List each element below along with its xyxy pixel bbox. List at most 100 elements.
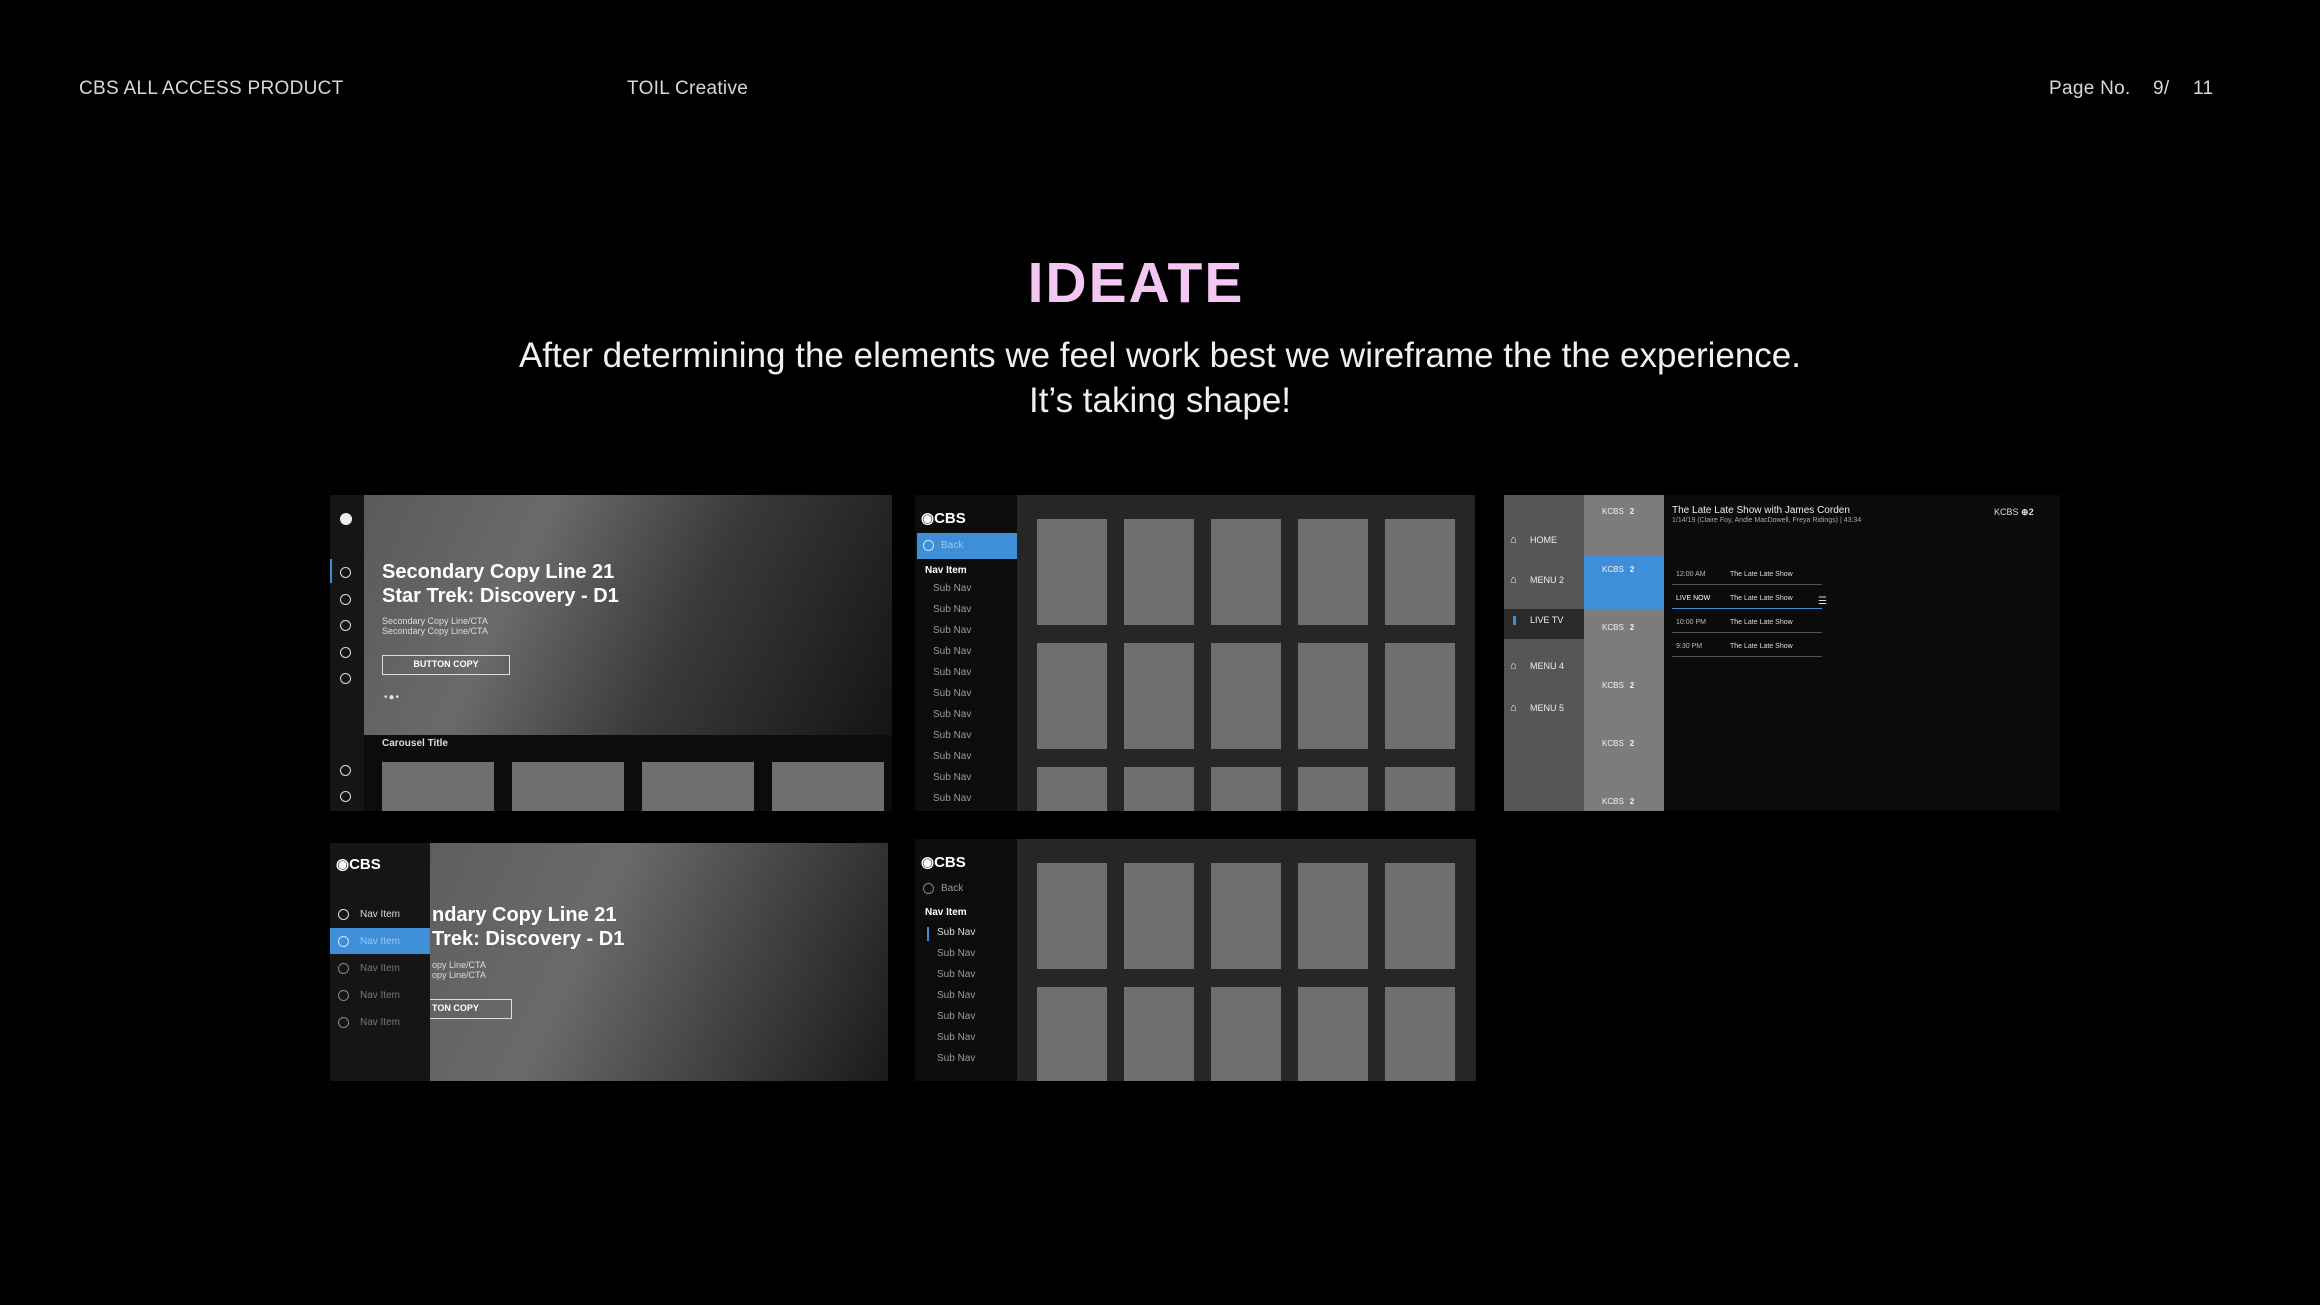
grid-tile[interactable] (1037, 643, 1107, 749)
wireframe-expanded-nav: ◉CBS Nav Item Nav Item Nav Item Nav Item Nav… (330, 843, 888, 1081)
schedule-show[interactable]: The Late Late Show (1730, 595, 1793, 602)
header-page-total: 11 (2193, 78, 2214, 99)
home-icon[interactable]: ⌂ (1510, 702, 1517, 714)
hero-image (430, 843, 888, 1081)
schedule-show[interactable]: The Late Late Show (1730, 571, 1793, 578)
schedule-divider (1672, 632, 1822, 633)
channel-label[interactable]: KCBS 2 (1602, 565, 1634, 574)
grid-tile[interactable] (1124, 987, 1194, 1081)
grid-tile[interactable] (1211, 519, 1281, 625)
grid-tile[interactable] (1124, 519, 1194, 625)
grid-tile[interactable] (1037, 987, 1107, 1081)
home-icon[interactable]: ⌂ (1510, 534, 1517, 546)
nav-item[interactable]: Nav Item (360, 936, 400, 947)
grid-tile[interactable] (1385, 863, 1455, 969)
sub-nav-item[interactable]: Sub Nav (937, 1032, 975, 1043)
grid-tile[interactable] (1385, 987, 1455, 1081)
nav-item[interactable]: Nav Item (925, 907, 967, 918)
grid-tile[interactable] (1298, 643, 1368, 749)
grid-tile[interactable] (1298, 987, 1368, 1081)
channel-label[interactable]: KCBS 2 (1602, 507, 1634, 516)
sub-nav-item[interactable]: Sub Nav (933, 772, 971, 783)
back-circle-icon (923, 883, 934, 894)
schedule-show[interactable]: The Late Late Show (1730, 643, 1793, 650)
sub-nav-item[interactable]: Sub Nav (937, 1053, 975, 1064)
grid-tile[interactable] (1298, 863, 1368, 969)
schedule-time: LIVE NOW (1676, 595, 1711, 602)
sub-nav-item[interactable]: Sub Nav (937, 948, 975, 959)
menu-item[interactable]: MENU 5 (1530, 703, 1564, 713)
sub-nav-item[interactable]: Sub Nav (937, 990, 975, 1001)
carousel-title: Carousel Title (382, 738, 448, 749)
menu-item[interactable]: LIVE TV (1530, 615, 1563, 625)
nav-circle-icon[interactable] (340, 765, 351, 776)
grid-tile[interactable] (1385, 643, 1455, 749)
menu-item[interactable]: HOME (1530, 535, 1557, 545)
grid-tile[interactable] (1124, 863, 1194, 969)
home-icon[interactable]: ⌂ (1510, 574, 1517, 586)
carousel-tile[interactable] (772, 762, 884, 811)
sub-nav-item[interactable]: Sub Nav (933, 688, 971, 699)
sub-nav-item[interactable]: Sub Nav (937, 927, 975, 938)
sub-nav-item[interactable]: Sub Nav (933, 667, 971, 678)
back-label[interactable]: Back (941, 883, 963, 894)
channel-number: 2 (1629, 565, 1635, 574)
grid-tile[interactable] (1211, 987, 1281, 1081)
carousel-tile[interactable] (642, 762, 754, 811)
back-item[interactable]: Back (917, 533, 1017, 559)
grid-tile[interactable] (1211, 643, 1281, 749)
nav-circle-icon[interactable] (340, 567, 351, 578)
grid-tile[interactable] (1124, 643, 1194, 749)
schedule-show[interactable]: The Late Late Show (1730, 619, 1793, 626)
channel-label[interactable]: KCBS 2 (1602, 681, 1634, 690)
grid-tile[interactable] (1385, 519, 1455, 625)
grid-tile[interactable] (1385, 767, 1455, 811)
grid-tile[interactable] (1037, 767, 1107, 811)
sub-nav-item[interactable]: Sub Nav (937, 969, 975, 980)
sub-nav-item[interactable]: Sub Nav (933, 604, 971, 615)
channel-label[interactable]: KCBS 2 (1602, 623, 1634, 632)
grid-tile[interactable] (1124, 767, 1194, 811)
hero-button[interactable]: BUTTON COPY (382, 655, 510, 675)
grid-tile[interactable] (1298, 519, 1368, 625)
nav-item[interactable]: Nav Item (360, 909, 400, 920)
grid-tile[interactable] (1211, 767, 1281, 811)
sub-nav-item[interactable]: Sub Nav (933, 583, 971, 594)
schedule-list-icon[interactable]: ☰ (1818, 596, 1832, 607)
home-icon[interactable]: ⌂ (1510, 660, 1517, 672)
channel-label[interactable]: KCBS 2 (1602, 739, 1634, 748)
sub-nav-item[interactable]: Sub Nav (933, 751, 971, 762)
menu-item[interactable]: MENU 2 (1530, 575, 1564, 585)
grid-tile[interactable] (1037, 519, 1107, 625)
nav-circle-icon[interactable] (340, 647, 351, 658)
nav-circle-icon[interactable] (340, 620, 351, 631)
channel-label[interactable]: KCBS 2 (1602, 797, 1634, 806)
sub-nav-item[interactable]: Sub Nav (937, 1011, 975, 1022)
grid-tile[interactable] (1298, 767, 1368, 811)
hero-cta-line: Secondary Copy Line/CTA (382, 626, 488, 636)
show-meta: 1/14/19 (Claire Foy, Andie MacDowell, Fr… (1672, 517, 1862, 524)
menu-item[interactable]: MENU 4 (1530, 661, 1564, 671)
nav-item[interactable]: Nav Item (360, 963, 400, 974)
grid-tile[interactable] (1037, 863, 1107, 969)
sub-nav-item[interactable]: Sub Nav (933, 730, 971, 741)
carousel-tile[interactable] (512, 762, 624, 811)
nav-item[interactable]: Nav Item (925, 565, 967, 576)
sub-nav-item[interactable]: Sub Nav (933, 709, 971, 720)
sub-nav-item[interactable]: Sub Nav (933, 793, 971, 804)
sub-nav-item[interactable]: Sub Nav (933, 646, 971, 657)
channel-selected[interactable] (1584, 555, 1664, 609)
carousel-tile[interactable] (382, 762, 494, 811)
nav-circle-icon[interactable] (340, 791, 351, 802)
live-indicator-icon (1513, 616, 1516, 625)
nav-circle-icon (338, 936, 349, 947)
hero-button[interactable]: TON COPY (430, 999, 512, 1019)
nav-item[interactable]: Nav Item (360, 1017, 400, 1028)
grid-tile[interactable] (1211, 863, 1281, 969)
sub-nav-item[interactable]: Sub Nav (933, 625, 971, 636)
page-title: IDEATE (1027, 251, 1245, 315)
nav-circle-icon[interactable] (340, 594, 351, 605)
nav-item[interactable]: Nav Item (360, 990, 400, 1001)
nav-circle-icon[interactable] (340, 673, 351, 684)
schedule-time: 12:00 AM (1676, 571, 1706, 578)
